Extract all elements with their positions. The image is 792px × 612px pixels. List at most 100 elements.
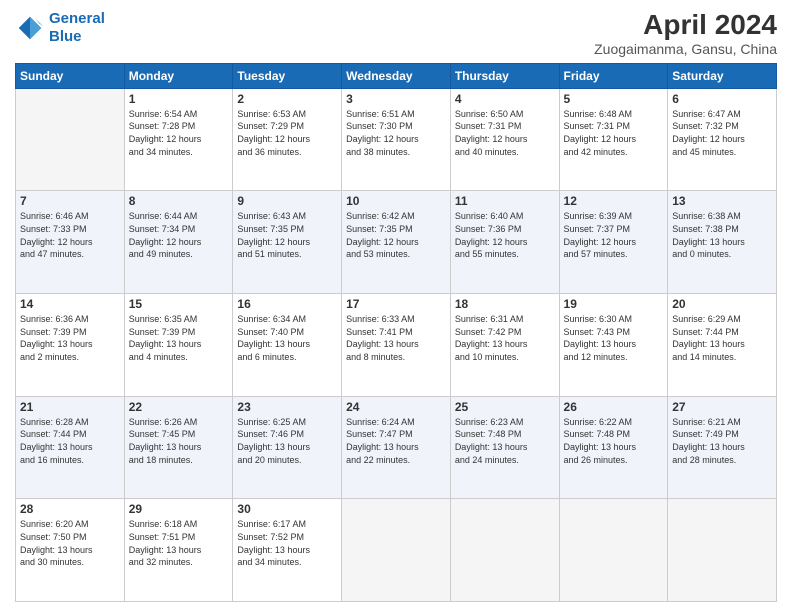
day-info: Sunrise: 6:29 AM Sunset: 7:44 PM Dayligh…: [672, 313, 772, 363]
day-info: Sunrise: 6:30 AM Sunset: 7:43 PM Dayligh…: [564, 313, 664, 363]
col-saturday: Saturday: [668, 63, 777, 88]
day-info: Sunrise: 6:18 AM Sunset: 7:51 PM Dayligh…: [129, 518, 229, 568]
day-info: Sunrise: 6:31 AM Sunset: 7:42 PM Dayligh…: [455, 313, 555, 363]
calendar-cell: 5 Sunrise: 6:48 AM Sunset: 7:31 PM Daylig…: [559, 88, 668, 191]
calendar-cell: 20 Sunrise: 6:29 AM Sunset: 7:44 PM Dayli…: [668, 294, 777, 397]
col-tuesday: Tuesday: [233, 63, 342, 88]
day-info: Sunrise: 6:17 AM Sunset: 7:52 PM Dayligh…: [237, 518, 337, 568]
day-number: 10: [346, 194, 446, 208]
day-info: Sunrise: 6:38 AM Sunset: 7:38 PM Dayligh…: [672, 210, 772, 260]
header: General Blue April 2024 Zuogaimanma, Gan…: [15, 10, 777, 57]
calendar-cell: 6 Sunrise: 6:47 AM Sunset: 7:32 PM Daylig…: [668, 88, 777, 191]
calendar-week-2: 7 Sunrise: 6:46 AM Sunset: 7:33 PM Daylig…: [16, 191, 777, 294]
day-info: Sunrise: 6:43 AM Sunset: 7:35 PM Dayligh…: [237, 210, 337, 260]
calendar-table: Sunday Monday Tuesday Wednesday Thursday…: [15, 63, 777, 602]
col-wednesday: Wednesday: [342, 63, 451, 88]
calendar-cell: [668, 499, 777, 602]
calendar-cell: 4 Sunrise: 6:50 AM Sunset: 7:31 PM Daylig…: [450, 88, 559, 191]
day-number: 2: [237, 92, 337, 106]
day-info: Sunrise: 6:22 AM Sunset: 7:48 PM Dayligh…: [564, 416, 664, 466]
day-number: 26: [564, 400, 664, 414]
calendar-cell: [559, 499, 668, 602]
day-number: 9: [237, 194, 337, 208]
day-info: Sunrise: 6:50 AM Sunset: 7:31 PM Dayligh…: [455, 108, 555, 158]
calendar-cell: 19 Sunrise: 6:30 AM Sunset: 7:43 PM Dayli…: [559, 294, 668, 397]
col-thursday: Thursday: [450, 63, 559, 88]
calendar-cell: [342, 499, 451, 602]
day-number: 25: [455, 400, 555, 414]
calendar-cell: 3 Sunrise: 6:51 AM Sunset: 7:30 PM Daylig…: [342, 88, 451, 191]
calendar-cell: 9 Sunrise: 6:43 AM Sunset: 7:35 PM Daylig…: [233, 191, 342, 294]
day-info: Sunrise: 6:20 AM Sunset: 7:50 PM Dayligh…: [20, 518, 120, 568]
calendar-week-4: 21 Sunrise: 6:28 AM Sunset: 7:44 PM Dayli…: [16, 396, 777, 499]
day-info: Sunrise: 6:54 AM Sunset: 7:28 PM Dayligh…: [129, 108, 229, 158]
day-number: 22: [129, 400, 229, 414]
calendar-cell: 21 Sunrise: 6:28 AM Sunset: 7:44 PM Dayli…: [16, 396, 125, 499]
day-number: 4: [455, 92, 555, 106]
day-number: 7: [20, 194, 120, 208]
day-info: Sunrise: 6:47 AM Sunset: 7:32 PM Dayligh…: [672, 108, 772, 158]
calendar-cell: 30 Sunrise: 6:17 AM Sunset: 7:52 PM Dayli…: [233, 499, 342, 602]
day-number: 5: [564, 92, 664, 106]
calendar-cell: 11 Sunrise: 6:40 AM Sunset: 7:36 PM Dayli…: [450, 191, 559, 294]
calendar-cell: 1 Sunrise: 6:54 AM Sunset: 7:28 PM Daylig…: [124, 88, 233, 191]
col-friday: Friday: [559, 63, 668, 88]
day-info: Sunrise: 6:28 AM Sunset: 7:44 PM Dayligh…: [20, 416, 120, 466]
day-number: 19: [564, 297, 664, 311]
col-monday: Monday: [124, 63, 233, 88]
page: General Blue April 2024 Zuogaimanma, Gan…: [0, 0, 792, 612]
calendar-cell: [16, 88, 125, 191]
day-number: 24: [346, 400, 446, 414]
calendar-cell: 28 Sunrise: 6:20 AM Sunset: 7:50 PM Dayli…: [16, 499, 125, 602]
calendar-cell: 23Sunrise: 6:25 AM Sunset: 7:46 PM Dayli…: [233, 396, 342, 499]
calendar-cell: 16Sunrise: 6:34 AM Sunset: 7:40 PM Dayli…: [233, 294, 342, 397]
day-info: Sunrise: 6:46 AM Sunset: 7:33 PM Dayligh…: [20, 210, 120, 260]
calendar-week-3: 14 Sunrise: 6:36 AM Sunset: 7:39 PM Dayli…: [16, 294, 777, 397]
day-number: 17: [346, 297, 446, 311]
day-number: 12: [564, 194, 664, 208]
day-info: Sunrise: 6:35 AM Sunset: 7:39 PM Dayligh…: [129, 313, 229, 363]
col-sunday: Sunday: [16, 63, 125, 88]
logo-icon: [15, 13, 45, 43]
day-info: Sunrise: 6:44 AM Sunset: 7:34 PM Dayligh…: [129, 210, 229, 260]
calendar-subtitle: Zuogaimanma, Gansu, China: [594, 41, 777, 57]
calendar-cell: 18Sunrise: 6:31 AM Sunset: 7:42 PM Dayli…: [450, 294, 559, 397]
day-number: 13: [672, 194, 772, 208]
calendar-cell: 24 Sunrise: 6:24 AM Sunset: 7:47 PM Dayli…: [342, 396, 451, 499]
calendar-cell: 8Sunrise: 6:44 AM Sunset: 7:34 PM Daylig…: [124, 191, 233, 294]
day-number: 11: [455, 194, 555, 208]
calendar-cell: 14 Sunrise: 6:36 AM Sunset: 7:39 PM Dayli…: [16, 294, 125, 397]
calendar-week-5: 28 Sunrise: 6:20 AM Sunset: 7:50 PM Dayli…: [16, 499, 777, 602]
title-block: April 2024 Zuogaimanma, Gansu, China: [594, 10, 777, 57]
calendar-cell: 26 Sunrise: 6:22 AM Sunset: 7:48 PM Dayli…: [559, 396, 668, 499]
day-info: Sunrise: 6:21 AM Sunset: 7:49 PM Dayligh…: [672, 416, 772, 466]
day-number: 21: [20, 400, 120, 414]
day-info: Sunrise: 6:36 AM Sunset: 7:39 PM Dayligh…: [20, 313, 120, 363]
logo: General Blue: [15, 10, 105, 46]
day-info: Sunrise: 6:51 AM Sunset: 7:30 PM Dayligh…: [346, 108, 446, 158]
day-number: 30: [237, 502, 337, 516]
day-number: 1: [129, 92, 229, 106]
day-info: Sunrise: 6:40 AM Sunset: 7:36 PM Dayligh…: [455, 210, 555, 260]
day-info: Sunrise: 6:48 AM Sunset: 7:31 PM Dayligh…: [564, 108, 664, 158]
day-info: Sunrise: 6:24 AM Sunset: 7:47 PM Dayligh…: [346, 416, 446, 466]
day-number: 20: [672, 297, 772, 311]
day-number: 27: [672, 400, 772, 414]
day-info: Sunrise: 6:42 AM Sunset: 7:35 PM Dayligh…: [346, 210, 446, 260]
calendar-cell: 13 Sunrise: 6:38 AM Sunset: 7:38 PM Dayli…: [668, 191, 777, 294]
calendar-cell: 29Sunrise: 6:18 AM Sunset: 7:51 PM Dayli…: [124, 499, 233, 602]
day-number: 23: [237, 400, 337, 414]
calendar-cell: 15Sunrise: 6:35 AM Sunset: 7:39 PM Dayli…: [124, 294, 233, 397]
calendar-cell: 10 Sunrise: 6:42 AM Sunset: 7:35 PM Dayli…: [342, 191, 451, 294]
calendar-cell: 7 Sunrise: 6:46 AM Sunset: 7:33 PM Daylig…: [16, 191, 125, 294]
day-info: Sunrise: 6:23 AM Sunset: 7:48 PM Dayligh…: [455, 416, 555, 466]
day-number: 6: [672, 92, 772, 106]
day-number: 3: [346, 92, 446, 106]
logo-text: General Blue: [49, 10, 105, 46]
day-number: 14: [20, 297, 120, 311]
calendar-cell: [450, 499, 559, 602]
day-number: 28: [20, 502, 120, 516]
day-info: Sunrise: 6:53 AM Sunset: 7:29 PM Dayligh…: [237, 108, 337, 158]
calendar-cell: 2 Sunrise: 6:53 AM Sunset: 7:29 PM Daylig…: [233, 88, 342, 191]
calendar-cell: 12Sunrise: 6:39 AM Sunset: 7:37 PM Dayli…: [559, 191, 668, 294]
